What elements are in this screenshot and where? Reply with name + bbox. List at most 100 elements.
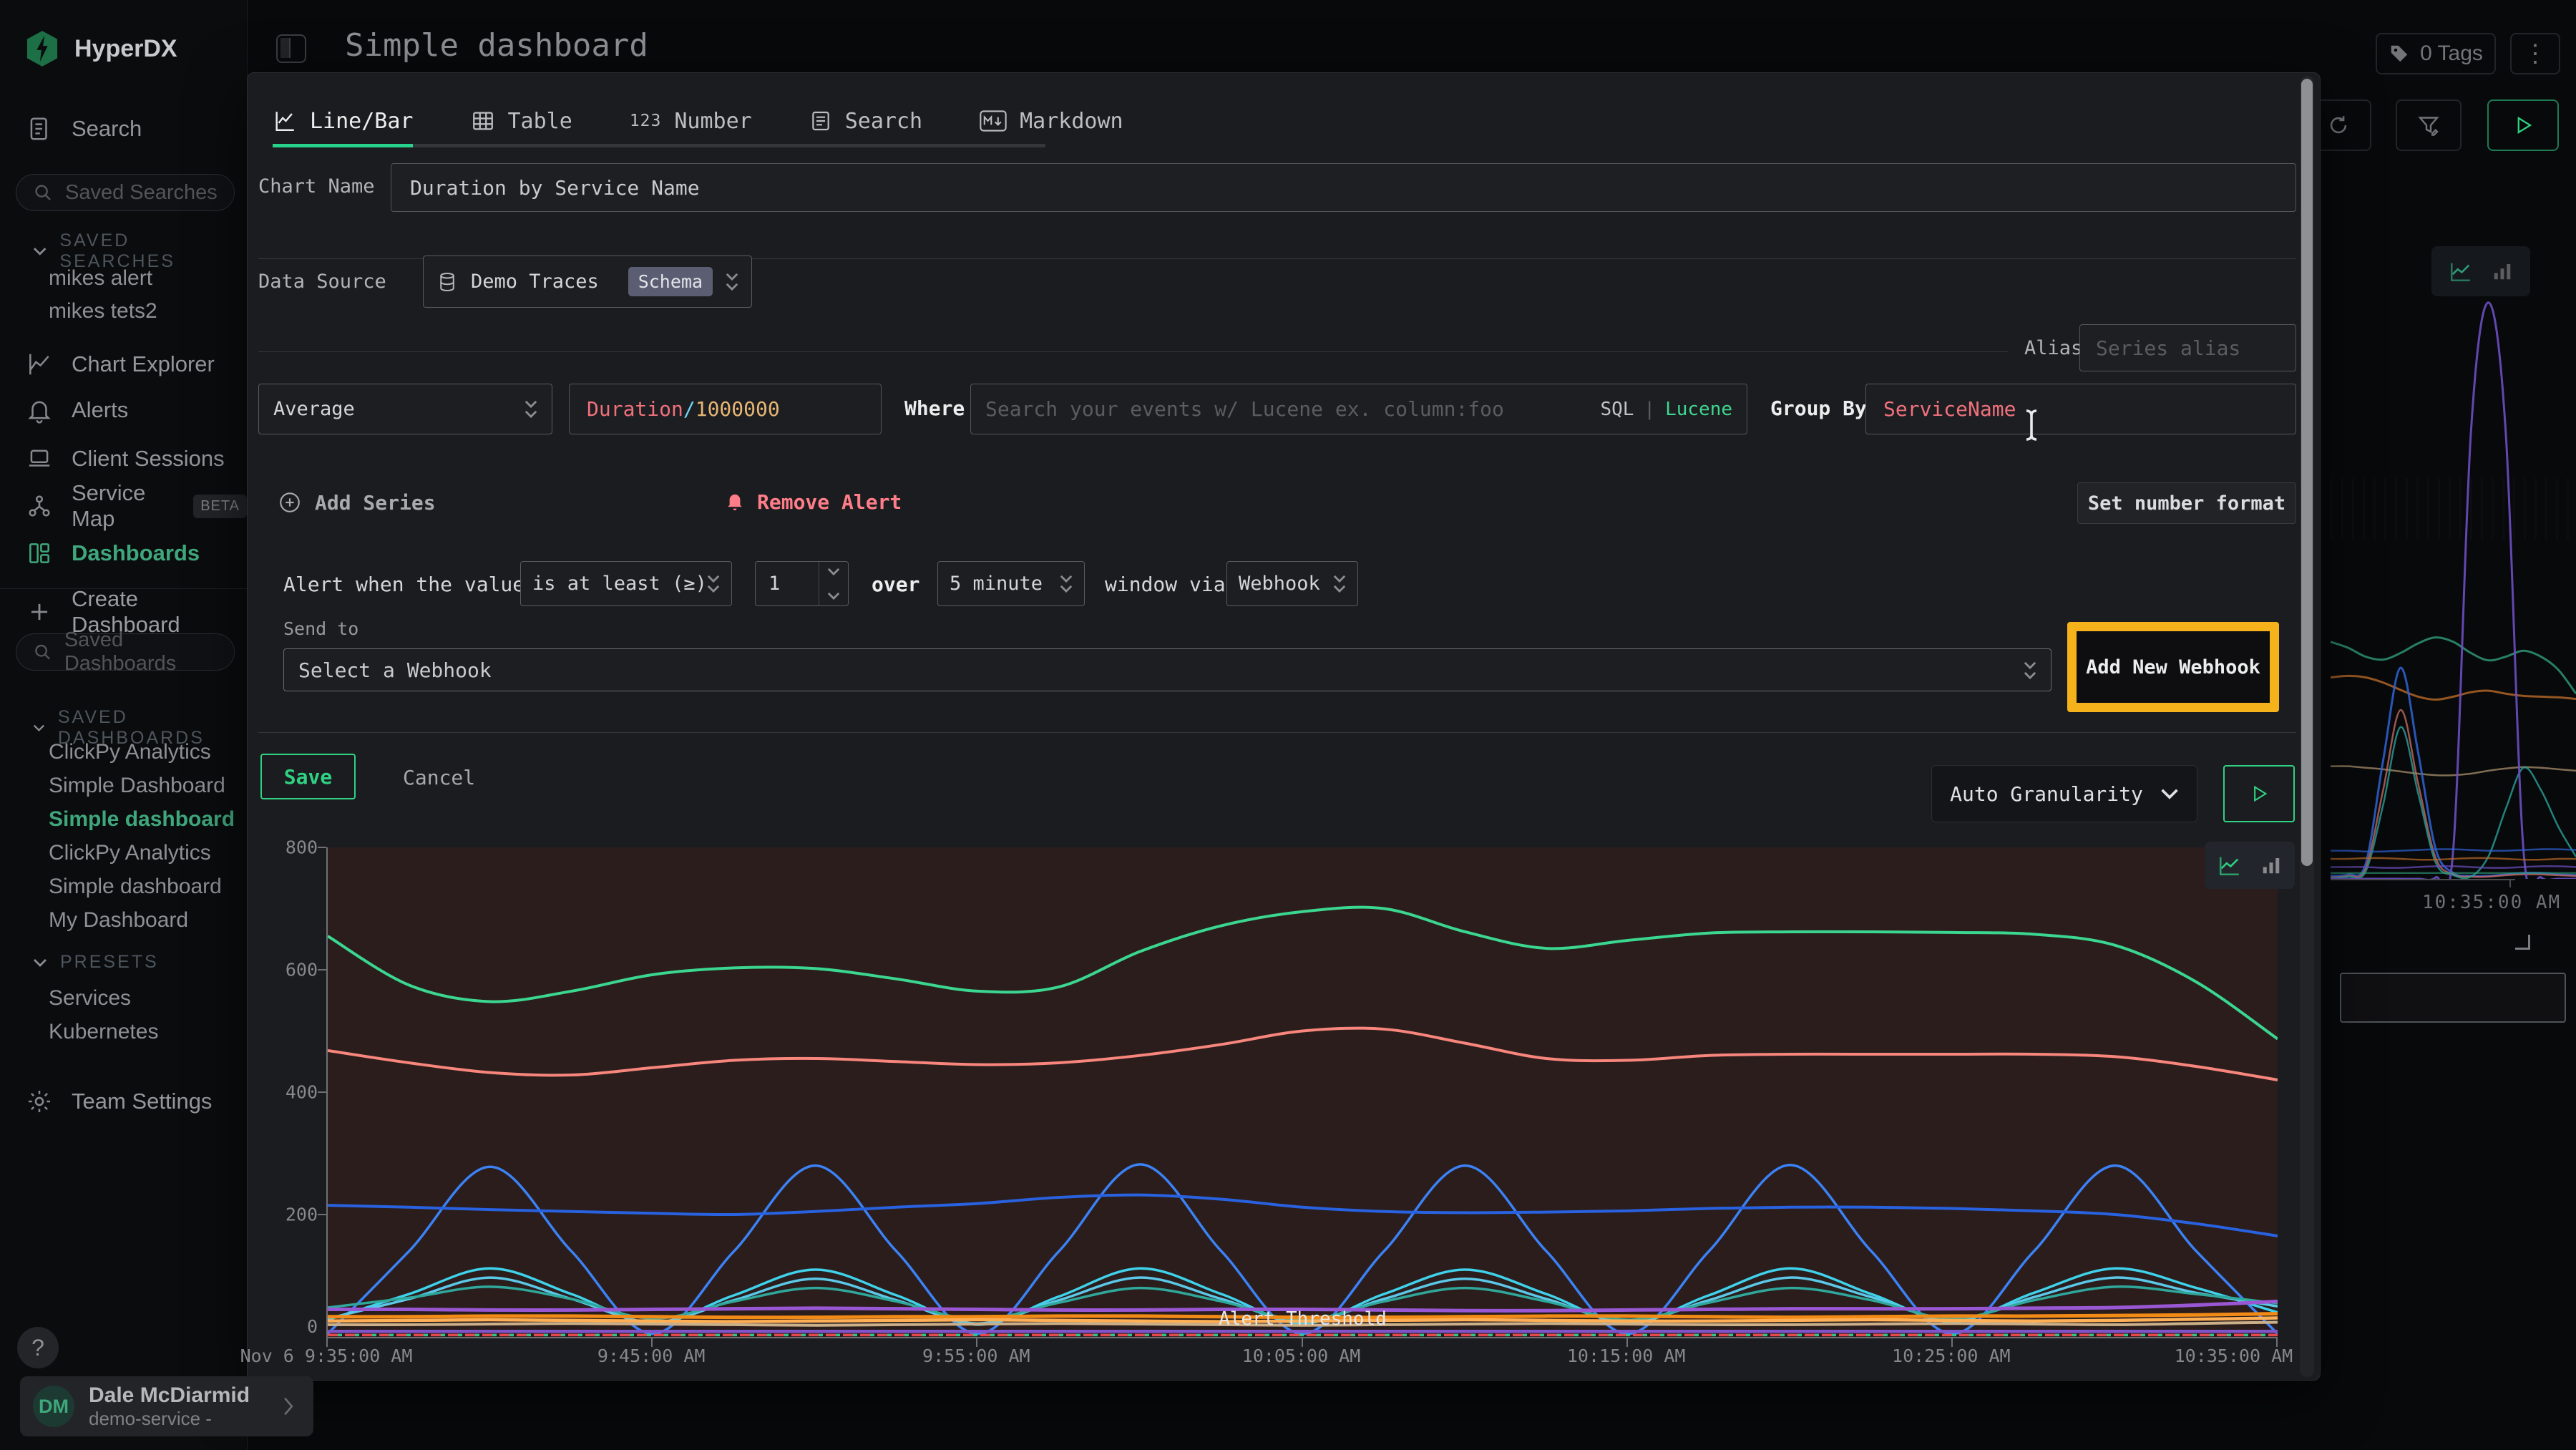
stepper-down-icon[interactable] xyxy=(827,592,840,600)
sql-mode-button[interactable]: SQL xyxy=(1600,399,1634,420)
beta-badge: BETA xyxy=(193,495,247,518)
stepper-up-icon[interactable] xyxy=(827,568,840,575)
tab-markdown[interactable]: Markdown xyxy=(980,109,1123,134)
field-expression-input[interactable]: Duration/1000000 xyxy=(569,384,882,434)
aggregation-select[interactable]: Average xyxy=(258,384,552,434)
filter-edit-icon xyxy=(2416,112,2441,138)
presets-header[interactable]: PRESETS xyxy=(33,952,159,973)
remove-alert-button[interactable]: Remove Alert xyxy=(724,490,902,514)
tab-line-bar[interactable]: Line/Bar xyxy=(273,109,414,134)
edit-chart-modal: Line/Bar Table 123 Number Search Markdow… xyxy=(247,72,2321,1381)
run-chart-button[interactable] xyxy=(2223,765,2295,822)
saved-search-item[interactable]: mikes alert xyxy=(49,266,152,291)
create-dashboard-button[interactable]: Create Dashboard xyxy=(0,593,247,631)
help-label: ? xyxy=(31,1335,44,1361)
sidebar-item-dashboards[interactable]: Dashboards xyxy=(0,534,247,573)
sidebar-item-chart-explorer[interactable]: Chart Explorer xyxy=(0,345,247,384)
data-source-select[interactable]: Demo Traces Schema xyxy=(423,256,752,308)
alias-label: Alias xyxy=(2024,337,2082,359)
saved-searches-input[interactable]: Saved Searches xyxy=(16,174,235,211)
modal-scrollbar-track[interactable] xyxy=(2300,76,2314,1377)
sidebar-item-service-map[interactable]: Service Map BETA xyxy=(0,487,247,525)
table-icon xyxy=(471,109,495,133)
add-series-button[interactable]: Add Series xyxy=(278,490,436,515)
bell-icon xyxy=(26,396,53,424)
play-icon xyxy=(2512,115,2534,136)
search-icon xyxy=(32,182,54,203)
resize-handle[interactable] xyxy=(2515,935,2530,950)
alert-window-select[interactable]: 5 minute xyxy=(937,561,1085,606)
alert-threshold-input[interactable]: 1 xyxy=(755,561,849,606)
preset-item[interactable]: Kubernetes xyxy=(49,1020,158,1044)
modal-scrollbar-thumb[interactable] xyxy=(2301,79,2313,866)
preset-item[interactable]: Services xyxy=(49,986,131,1011)
sidebar-item-alerts[interactable]: Alerts xyxy=(0,391,247,429)
alias-input[interactable]: Series alias xyxy=(2079,324,2296,371)
alert-preview-chart: Alert Threshold xyxy=(326,847,2278,1338)
granularity-select[interactable]: Auto Granularity xyxy=(1931,765,2197,822)
service-map-icon xyxy=(26,492,53,520)
bg-input-box[interactable] xyxy=(2340,973,2566,1023)
avatar: DM xyxy=(33,1386,74,1427)
search-doc-icon xyxy=(26,115,53,142)
tab-number[interactable]: 123 Number xyxy=(630,109,752,134)
sidebar-item-client-sessions[interactable]: Client Sessions xyxy=(0,439,247,478)
brand[interactable]: HyperDX xyxy=(26,30,177,67)
dots-vertical-icon: ⋮ xyxy=(2523,39,2547,68)
app-root: HyperDX Search Saved Searches SAVED SEAR… xyxy=(0,0,2576,1450)
filter-button[interactable] xyxy=(2396,99,2462,151)
x-axis-labels: Nov 6 9:35:00 AM 9:45:00 AM 9:55:00 AM 1… xyxy=(326,1338,2276,1374)
saved-search-item[interactable]: mikes tets2 xyxy=(49,299,157,323)
alert-channel-select[interactable]: Webhook xyxy=(1226,561,1358,606)
gear-icon xyxy=(26,1088,53,1115)
saved-dashboard-item[interactable]: Simple Dashboard xyxy=(49,774,225,798)
select-chevrons-icon xyxy=(2024,661,2036,679)
chart-type-toggle[interactable] xyxy=(2205,842,2295,889)
database-icon xyxy=(436,271,458,293)
saved-dashboards-placeholder: Saved Dashboards xyxy=(64,628,234,676)
user-menu[interactable]: DM Dale McDiarmid demo-service - xyxy=(20,1376,313,1436)
saved-dashboard-item[interactable]: ClickPy Analytics xyxy=(49,740,211,764)
save-button[interactable]: Save xyxy=(260,754,356,799)
sidebar-item-search[interactable]: Search xyxy=(0,110,247,148)
tags-button[interactable]: 0 Tags xyxy=(2376,33,2496,74)
saved-dashboard-item[interactable]: ClickPy Analytics xyxy=(49,841,211,865)
set-number-format-button[interactable]: Set number format xyxy=(2077,482,2296,524)
search-placeholder: Search your events w/ Lucene ex. column:… xyxy=(985,397,1504,421)
sidebar: HyperDX Search Saved Searches SAVED SEAR… xyxy=(0,0,248,1450)
help-button[interactable]: ? xyxy=(17,1327,59,1368)
background-dashboard-panel: 10:35:00 AM xyxy=(2331,200,2576,1059)
tag-icon xyxy=(2389,43,2410,64)
group-by-input[interactable]: ServiceName xyxy=(1865,384,2296,434)
line-chart-icon xyxy=(273,109,297,133)
data-source-label: Data Source xyxy=(258,271,386,293)
saved-dashboard-item[interactable]: Simple dashboard xyxy=(49,875,222,899)
run-query-button[interactable] xyxy=(2487,99,2559,151)
chevron-down-icon xyxy=(33,247,47,256)
more-menu-button[interactable]: ⋮ xyxy=(2510,33,2560,74)
add-new-webhook-button[interactable]: Add New Webhook xyxy=(2077,631,2270,703)
saved-dashboard-item-active[interactable]: Simple dashboard xyxy=(49,807,235,832)
bell-icon xyxy=(724,491,746,514)
webhook-select[interactable]: Select a Webhook xyxy=(283,648,2051,691)
chevron-down-icon xyxy=(33,724,45,732)
where-label: Where xyxy=(904,396,965,420)
sidebar-item-team-settings[interactable]: Team Settings xyxy=(0,1082,247,1121)
lucene-mode-button[interactable]: Lucene xyxy=(1665,399,1732,420)
y-axis-labels: 800 600 400 200 0 xyxy=(258,847,326,1337)
circle-plus-icon xyxy=(278,490,302,515)
collapse-sidebar-button[interactable] xyxy=(276,34,306,63)
event-search-input[interactable]: Search your events w/ Lucene ex. column:… xyxy=(970,384,1747,434)
bg-chart-axis xyxy=(2331,879,2515,880)
alert-comparator-select[interactable]: is at least (≥) xyxy=(520,561,732,606)
window-via-label: window via xyxy=(1105,573,1226,596)
cancel-button[interactable]: Cancel xyxy=(403,766,475,789)
chart-name-input[interactable]: Duration by Service Name xyxy=(391,163,2296,212)
tab-table[interactable]: Table xyxy=(471,109,572,134)
tab-search[interactable]: Search xyxy=(809,109,922,134)
saved-dashboard-item[interactable]: My Dashboard xyxy=(49,908,188,933)
saved-dashboards-input[interactable]: Saved Dashboards xyxy=(16,633,235,671)
search-icon xyxy=(32,641,53,663)
bg-chart xyxy=(2331,286,2576,879)
number-stepper[interactable] xyxy=(819,562,848,605)
